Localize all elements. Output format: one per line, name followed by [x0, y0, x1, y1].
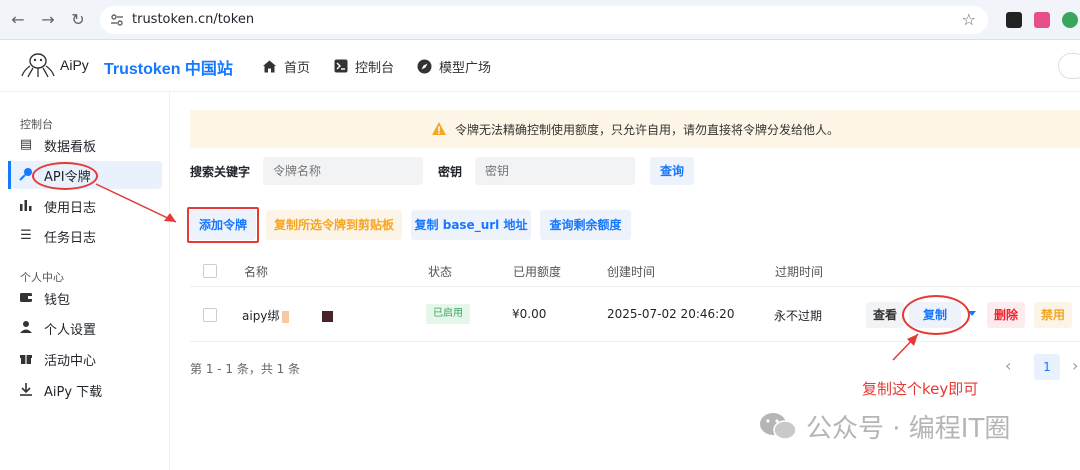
sidebar-item-label: 个人设置 [44, 322, 97, 338]
compass-icon [417, 59, 432, 73]
notice-text: 令牌无法精确控制使用额度，只允许自用，请勿直接将令牌分发给他人。 [454, 122, 839, 137]
pagination-info: 第 1 - 1 条，共 1 条 [190, 362, 301, 376]
sidebar-active-indicator [8, 161, 11, 189]
check-extension-icon[interactable] [1062, 12, 1078, 28]
sidebar-item-download[interactable]: AiPy 下载 [8, 376, 162, 404]
extension-icon[interactable] [1006, 12, 1022, 28]
bar-chart-icon [18, 198, 34, 214]
gift-icon [18, 351, 34, 367]
secret-input[interactable] [475, 157, 635, 185]
sidebar-item-wallet[interactable]: 钱包 [8, 284, 162, 312]
address-bar[interactable]: trustoken.cn/token ☆ [100, 6, 988, 34]
copy-base-url-button[interactable]: 复制 base_url 地址 [411, 210, 531, 240]
back-icon[interactable]: ← [8, 10, 28, 30]
keyword-label: 搜索关键字 [190, 165, 251, 179]
wallet-icon [18, 290, 34, 306]
wechat-icon [760, 412, 797, 440]
secret-label: 密钥 [438, 165, 463, 179]
sidebar-item-label: 数据看板 [44, 139, 97, 155]
sidebar-item-activity[interactable]: 活动中心 [8, 345, 162, 373]
nav-console-label: 控制台 [355, 60, 395, 76]
expires-cell: 永不过期 [774, 309, 823, 323]
nav-model-square-label: 模型广场 [439, 60, 492, 76]
warning-icon [431, 122, 446, 135]
view-button[interactable]: 查看 [866, 302, 904, 328]
disable-button[interactable]: 禁用 [1034, 302, 1072, 328]
table-header: 名称 状态 已用额度 创建时间 过期时间 [190, 255, 1080, 287]
logo-text[interactable]: AiPy [60, 57, 89, 73]
column-header-expires[interactable]: 过期时间 [775, 263, 823, 280]
sidebar-item-label: 活动中心 [44, 353, 97, 369]
copy-selected-tokens-button[interactable]: 复制所选令牌到剪贴板 [266, 210, 402, 240]
sidebar-item-settings[interactable]: 个人设置 [8, 314, 162, 342]
redacted-block [282, 311, 289, 323]
reload-icon[interactable]: ↻ [68, 10, 88, 30]
dashboard-icon: ▤ [19, 137, 33, 152]
sidebar-item-label: 任务日志 [44, 230, 97, 246]
sidebar-item-label: 钱包 [44, 292, 71, 308]
theme-toggle[interactable] [1058, 53, 1080, 79]
annotation-box-add-token [187, 207, 259, 243]
sidebar-group-console: 控制台 [20, 118, 53, 131]
url-text: trustoken.cn/token [132, 12, 255, 27]
token-name-cell: aipy绑 [242, 309, 280, 323]
query-balance-button[interactable]: 查询剩余额度 [540, 210, 631, 240]
sidebar-item-dashboard[interactable]: ▤ 数据看板 [8, 131, 162, 159]
nav-home-label: 首页 [284, 60, 311, 76]
forward-icon[interactable]: → [38, 10, 58, 30]
list-icon: ☰ [20, 228, 32, 243]
sidebar-item-usage-log[interactable]: 使用日志 [8, 192, 162, 220]
row-checkbox[interactable] [203, 308, 217, 322]
sidebar-group-personal: 个人中心 [20, 271, 64, 284]
octopus-logo-icon[interactable] [20, 52, 56, 78]
browser-toolbar: ← → ↻ trustoken.cn/token ☆ [0, 0, 1080, 40]
nav-console[interactable]: 控制台 [334, 57, 395, 76]
star-icon[interactable]: ☆ [962, 10, 976, 29]
nav-home[interactable]: 首页 [262, 57, 311, 76]
watermark: 公众号 · 编程IT圈 [758, 408, 1010, 445]
annotation-text: 复制这个key即可 [862, 380, 979, 398]
user-icon [18, 320, 34, 336]
sidebar-item-task-log[interactable]: ☰ 任务日志 [8, 222, 162, 250]
column-header-status[interactable]: 状态 [428, 263, 452, 280]
watermark-text: 公众号 · 编程IT圈 [806, 414, 1011, 444]
column-header-created[interactable]: 创建时间 [607, 263, 655, 280]
translate-extension-icon[interactable] [1034, 12, 1050, 28]
sidebar-item-label: AiPy 下载 [44, 384, 103, 400]
annotation-circle-api-token [32, 162, 98, 190]
token-name-input[interactable] [263, 157, 423, 185]
query-button[interactable]: 查询 [650, 157, 694, 185]
download-icon [18, 382, 34, 398]
column-header-used[interactable]: 已用额度 [513, 263, 561, 280]
nav-model-square[interactable]: 模型广场 [417, 57, 492, 76]
site-title[interactable]: Trustoken 中国站 [104, 55, 233, 79]
select-all-checkbox[interactable] [203, 264, 217, 278]
page-number[interactable]: 1 [1034, 354, 1060, 380]
app-header: AiPy Trustoken 中国站 首页 控制台 模型广场 [0, 40, 1080, 92]
column-header-name[interactable]: 名称 [244, 263, 268, 280]
site-info-icon[interactable] [110, 13, 124, 27]
sidebar-item-label: 使用日志 [44, 200, 97, 216]
home-icon [263, 60, 276, 72]
used-quota-cell: ¥0.00 [512, 307, 547, 321]
delete-button[interactable]: 删除 [987, 302, 1025, 328]
warning-notice: 令牌无法精确控制使用额度，只允许自用，请勿直接将令牌分发给他人。 [190, 110, 1080, 148]
created-time-cell: 2025-07-02 20:46:20 [607, 307, 735, 321]
annotation-circle-copy [902, 295, 970, 335]
terminal-icon [334, 59, 348, 73]
status-badge: 已启用 [426, 304, 470, 324]
redacted-block [322, 311, 333, 322]
next-page-icon[interactable]: › [1072, 356, 1078, 375]
prev-page-icon[interactable]: ‹ [1005, 356, 1011, 375]
